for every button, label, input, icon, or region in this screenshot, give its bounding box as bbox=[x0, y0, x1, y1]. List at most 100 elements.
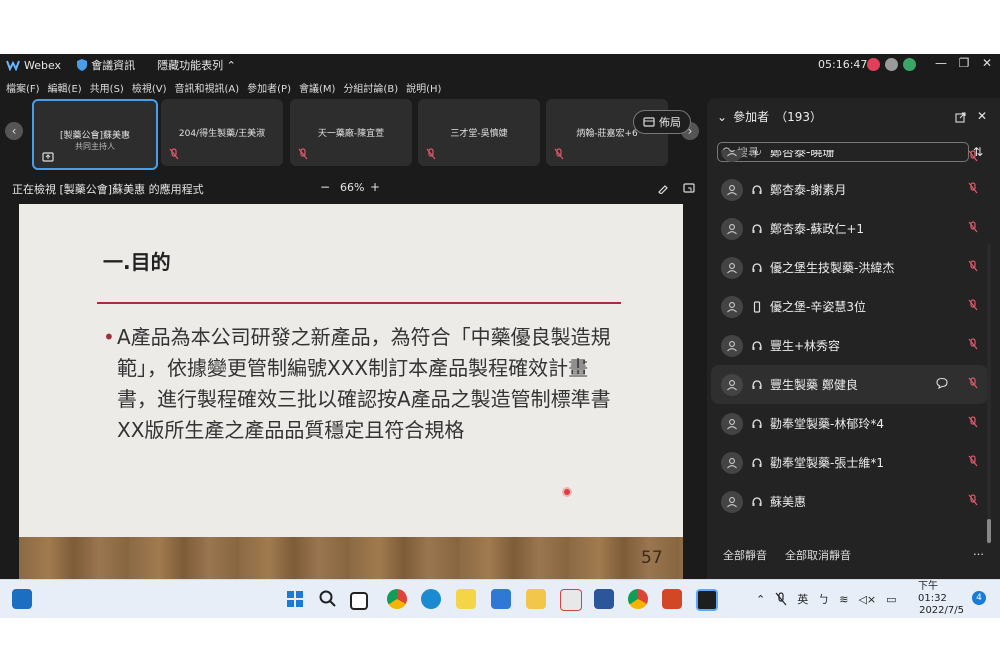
video-tile[interactable]: [製藥公會]蘇美惠 共同主持人 bbox=[32, 99, 158, 170]
participant-name: 豐生+林秀容 bbox=[770, 339, 841, 353]
battery-icon[interactable]: ▭ bbox=[886, 593, 896, 606]
chrome-profile-icon[interactable] bbox=[628, 589, 648, 609]
mic-muted-icon[interactable] bbox=[968, 455, 978, 467]
video-tile[interactable]: 204/得生製藥/王美淑 bbox=[161, 99, 283, 166]
layout-button[interactable]: 佈局 bbox=[633, 110, 691, 134]
participant-row[interactable]: 勸奉堂製藥-張士維*1 bbox=[707, 443, 992, 482]
wifi-icon[interactable]: ≋ bbox=[839, 593, 848, 606]
menu-participant[interactable]: 參加者(P) bbox=[247, 80, 291, 96]
ime-indicator[interactable]: 英 bbox=[797, 591, 808, 607]
more-options-icon[interactable]: … bbox=[973, 545, 984, 558]
screen-share-icon bbox=[42, 152, 54, 162]
person-icon bbox=[727, 418, 737, 429]
unmute-all-button[interactable]: 全部取消靜音 bbox=[785, 547, 851, 563]
participant-name: 鄭杏泰-曉珊 bbox=[770, 150, 835, 159]
menu-help[interactable]: 說明(H) bbox=[406, 80, 441, 96]
mic-muted-icon[interactable] bbox=[968, 221, 978, 233]
participant-row[interactable]: ✆ 鄭杏泰-曉珊 bbox=[707, 150, 992, 170]
avatar bbox=[721, 373, 743, 396]
edge-icon[interactable] bbox=[421, 589, 441, 609]
start-icon[interactable] bbox=[285, 589, 305, 609]
participant-row[interactable]: 鄭杏泰-蘇政仁+1 bbox=[707, 209, 992, 248]
close-icon[interactable]: ✕ bbox=[976, 56, 998, 70]
powerpoint-icon[interactable] bbox=[662, 589, 682, 609]
popout-icon[interactable] bbox=[955, 112, 966, 123]
participant-row[interactable]: 豐生製藥 鄭健良 bbox=[711, 365, 988, 404]
participant-scrollbar[interactable] bbox=[987, 244, 991, 544]
mic-muted-icon[interactable] bbox=[968, 416, 978, 428]
prev-page-button[interactable]: ‹ bbox=[5, 122, 23, 140]
mute-all-button[interactable]: 全部靜音 bbox=[723, 547, 767, 563]
person-icon bbox=[727, 340, 737, 351]
avatar bbox=[721, 150, 743, 162]
avatar bbox=[721, 178, 743, 201]
mic-muted-icon bbox=[169, 148, 179, 160]
slide-heading: 一.目的 bbox=[103, 250, 171, 274]
menu-edit[interactable]: 編輯(E) bbox=[48, 80, 82, 96]
word-icon[interactable] bbox=[594, 589, 614, 609]
avatar bbox=[721, 490, 743, 513]
chat-icon[interactable] bbox=[936, 377, 948, 389]
person-icon bbox=[727, 223, 737, 234]
menu-meeting[interactable]: 會議(M) bbox=[299, 80, 335, 96]
tile-name: [製藥公會]蘇美惠 bbox=[59, 131, 131, 141]
ime-mode-icon[interactable]: ㄅ bbox=[818, 591, 829, 607]
annotate-icon[interactable] bbox=[657, 182, 669, 194]
popout-view-icon[interactable] bbox=[683, 182, 695, 194]
mic-muted-icon[interactable] bbox=[968, 150, 978, 162]
network-health-icon[interactable] bbox=[903, 58, 916, 71]
participant-row[interactable]: 優之堡-辛姿慧3位 bbox=[707, 287, 992, 326]
participant-row[interactable]: 鄭杏泰-謝素月 bbox=[707, 170, 992, 209]
webex-taskbar-icon[interactable] bbox=[696, 589, 718, 611]
panel-header[interactable]: ⌄ 參加者 （193） bbox=[717, 108, 822, 125]
task-view-icon[interactable] bbox=[350, 592, 368, 610]
notepad-icon[interactable] bbox=[491, 589, 511, 609]
taskbar: ⌃ 英 ㄅ ≋ ◁× ▭ 下午 01:32 2022/7/5 4 bbox=[0, 579, 1000, 618]
zoom-out-button[interactable]: − bbox=[320, 180, 330, 194]
widgets-icon[interactable] bbox=[12, 589, 32, 609]
person-icon bbox=[727, 262, 737, 273]
mic-muted-icon[interactable] bbox=[968, 494, 978, 506]
volume-muted-icon[interactable]: ◁× bbox=[858, 593, 876, 606]
search-icon[interactable] bbox=[318, 589, 338, 609]
mic-muted-icon[interactable] bbox=[968, 260, 978, 272]
scrollbar-thumb[interactable] bbox=[987, 519, 991, 543]
participants-panel: ⌄ 參加者 （193） ✕ 搜尋 ⇅ ✆ 鄭杏泰-曉珊 鄭杏泰-謝素月 鄭杏泰-… bbox=[707, 98, 1000, 579]
webex-icon bbox=[6, 60, 20, 71]
zoom-in-button[interactable]: + bbox=[370, 180, 380, 194]
participant-row[interactable]: 勸奉堂製藥-林郁玲*4 bbox=[707, 404, 992, 443]
close-panel-icon[interactable]: ✕ bbox=[977, 109, 987, 123]
file-explorer-icon[interactable] bbox=[526, 589, 546, 609]
mic-muted-icon[interactable] bbox=[968, 182, 978, 194]
chevron-down-icon[interactable]: ⌄ bbox=[717, 110, 727, 124]
pdf-icon[interactable] bbox=[560, 589, 582, 611]
mic-muted-icon[interactable] bbox=[775, 592, 787, 606]
menu-share[interactable]: 共用(S) bbox=[90, 80, 124, 96]
meeting-info-button[interactable]: 會議資訊 bbox=[77, 57, 135, 73]
restore-icon[interactable]: ❐ bbox=[953, 56, 975, 70]
mic-muted-icon[interactable] bbox=[968, 338, 978, 350]
mic-muted-icon[interactable] bbox=[968, 377, 978, 389]
recording-icon[interactable] bbox=[867, 58, 880, 71]
sticky-notes-icon[interactable] bbox=[456, 589, 476, 609]
menu-file[interactable]: 檔案(F) bbox=[6, 80, 40, 96]
avatar bbox=[721, 334, 743, 357]
music-mode-icon[interactable] bbox=[885, 58, 898, 71]
clock[interactable]: 下午 01:32 2022/7/5 bbox=[918, 580, 964, 618]
chevron-up-icon[interactable]: ⌃ bbox=[756, 593, 765, 606]
participant-name: 優之堡-辛姿慧3位 bbox=[770, 300, 866, 314]
video-tile[interactable]: 天一藥廠-陳宜萱 bbox=[290, 99, 412, 166]
menu-bar: 檔案(F) 編輯(E) 共用(S) 檢視(V) 音訊和視訊(A) 參加者(P) … bbox=[0, 80, 443, 96]
menu-breakout[interactable]: 分組討論(B) bbox=[343, 80, 398, 96]
notification-badge[interactable]: 4 bbox=[972, 591, 986, 605]
minimize-icon[interactable]: — bbox=[930, 56, 952, 70]
hide-menu-toggle[interactable]: 隱藏功能表列 ⌃ bbox=[157, 57, 236, 73]
video-tile[interactable]: 三才堂-吳慎婕 bbox=[418, 99, 540, 166]
menu-view[interactable]: 檢視(V) bbox=[132, 80, 167, 96]
menu-audio-video[interactable]: 音訊和視訊(A) bbox=[175, 80, 240, 96]
participant-row[interactable]: 優之堡生技製藥-洪緯杰 bbox=[707, 248, 992, 287]
mic-muted-icon[interactable] bbox=[968, 299, 978, 311]
participant-row[interactable]: 蘇美惠 bbox=[707, 482, 992, 515]
chrome-icon[interactable] bbox=[387, 589, 407, 609]
participant-row[interactable]: 豐生+林秀容 bbox=[707, 326, 992, 365]
